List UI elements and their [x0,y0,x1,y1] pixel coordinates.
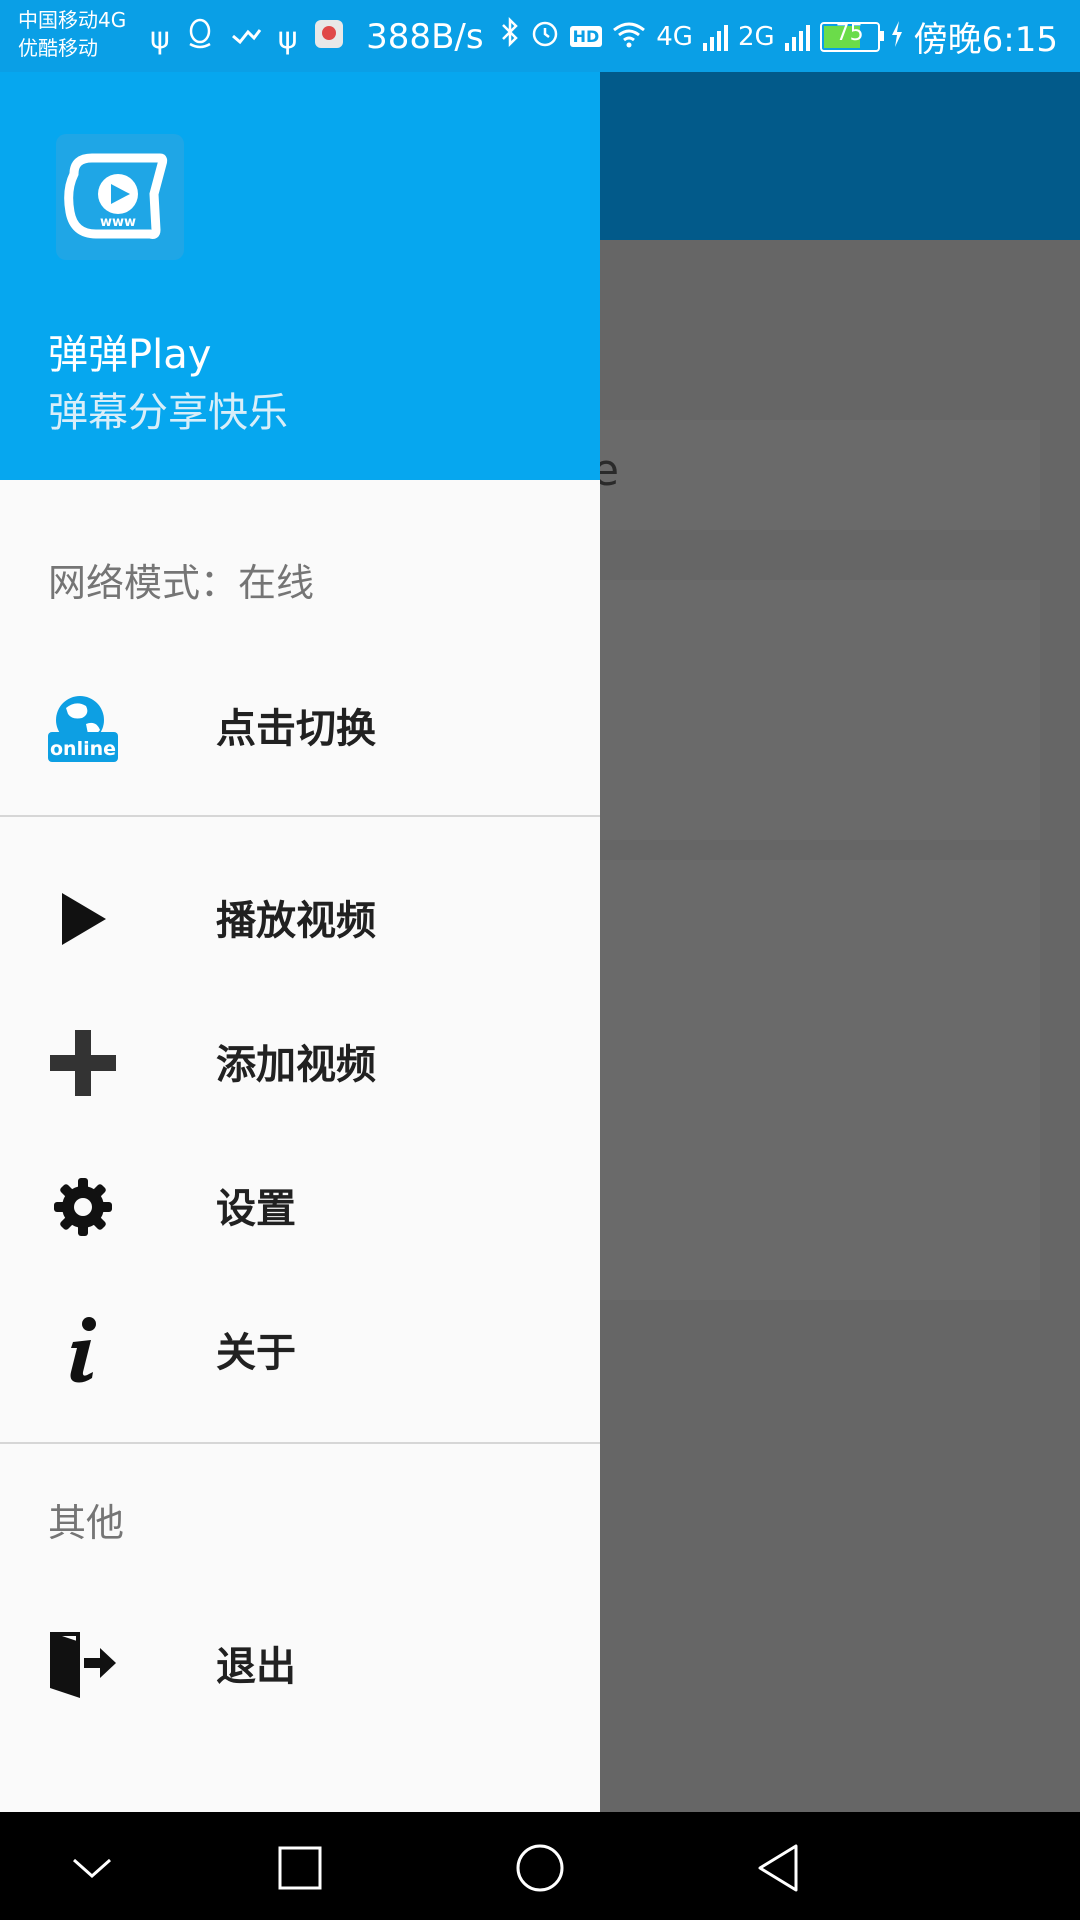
gear-icon [46,1170,120,1244]
hd-icon: HD [569,26,603,47]
background-card [600,580,1040,840]
drawer-header: www 弹弹Play 弹幕分享快乐 [0,72,600,480]
signal-4g-icon [702,23,728,51]
alarm-icon [530,17,560,57]
navigation-drawer: www 弹弹Play 弹幕分享快乐 网络模式：在线 online 点击切换 播放… [0,72,600,1812]
menu-item-label: 退出 [216,1644,296,1690]
menu-item-label: 关于 [216,1330,296,1376]
network-mode-label: 网络模式：在线 [48,561,315,605]
network-2g-label: 2G [737,21,775,52]
divider [0,815,600,817]
system-navigation-bar [0,1812,1080,1920]
chevron-down-icon[interactable] [62,1838,122,1898]
app-logo-icon: www [56,134,184,260]
net-speed: 388B/s [366,16,484,57]
app-notification-icon [314,19,344,57]
menu-item-label: 添加视频 [216,1042,376,1088]
home-button[interactable] [510,1838,570,1898]
back-button[interactable] [750,1838,810,1898]
carrier-secondary: 优酷移动 [18,36,98,60]
svg-text:www: www [100,215,136,230]
recent-apps-button[interactable] [270,1838,330,1898]
exit-door-icon [46,1628,120,1702]
app-name: 弹弹Play [48,332,212,378]
battery-icon: 75 [819,20,884,52]
qq-icon [186,18,214,58]
divider [0,1442,600,1444]
usb-icon-2: ψ [277,20,298,56]
signal-2g-icon [784,23,810,51]
menu-item-add-video[interactable]: 添加视频 [0,986,600,1126]
system-status: 388B/s HD 4G 2G 75 傍晚6:15 [366,12,1058,61]
svg-text:online: online [50,738,116,760]
carrier-primary: 中国移动4G [18,8,127,32]
menu-item-label: 设置 [216,1186,296,1232]
app-slogan: 弹幕分享快乐 [48,390,288,436]
check-icon [230,21,262,56]
network-4g-label: 4G [656,21,693,52]
background-card [600,860,1040,1300]
menu-item-exit[interactable]: 退出 [0,1588,600,1728]
status-bar: 中国移动4G 优酷移动 ψ ψ 388B/s HD 4G 2G 75 傍晚6:1… [0,0,1080,72]
switch-label: 点击切换 [216,706,376,752]
charging-icon [890,17,904,57]
menu-item-label: 播放视频 [216,898,376,944]
clock: 傍晚6:15 [913,20,1058,60]
notification-icons: ψ ψ [150,18,344,58]
online-globe-icon: online [46,690,120,764]
battery-percent: 75 [835,20,864,46]
wifi-icon [612,17,646,57]
background-card [600,420,1040,530]
menu-item-play-video[interactable]: 播放视频 [0,842,600,982]
usb-icon: ψ [150,20,170,56]
switch-network-mode-button[interactable]: online 点击切换 [0,650,600,790]
plus-icon [46,1026,120,1100]
menu-item-about[interactable]: 关于 [0,1274,600,1414]
bluetooth-icon [500,16,520,57]
other-section-label: 其他 [48,1501,125,1545]
carrier-info: 中国移动4G 优酷移动 [18,6,126,62]
info-icon [46,1314,120,1388]
play-icon [46,882,120,956]
menu-item-settings[interactable]: 设置 [0,1130,600,1270]
